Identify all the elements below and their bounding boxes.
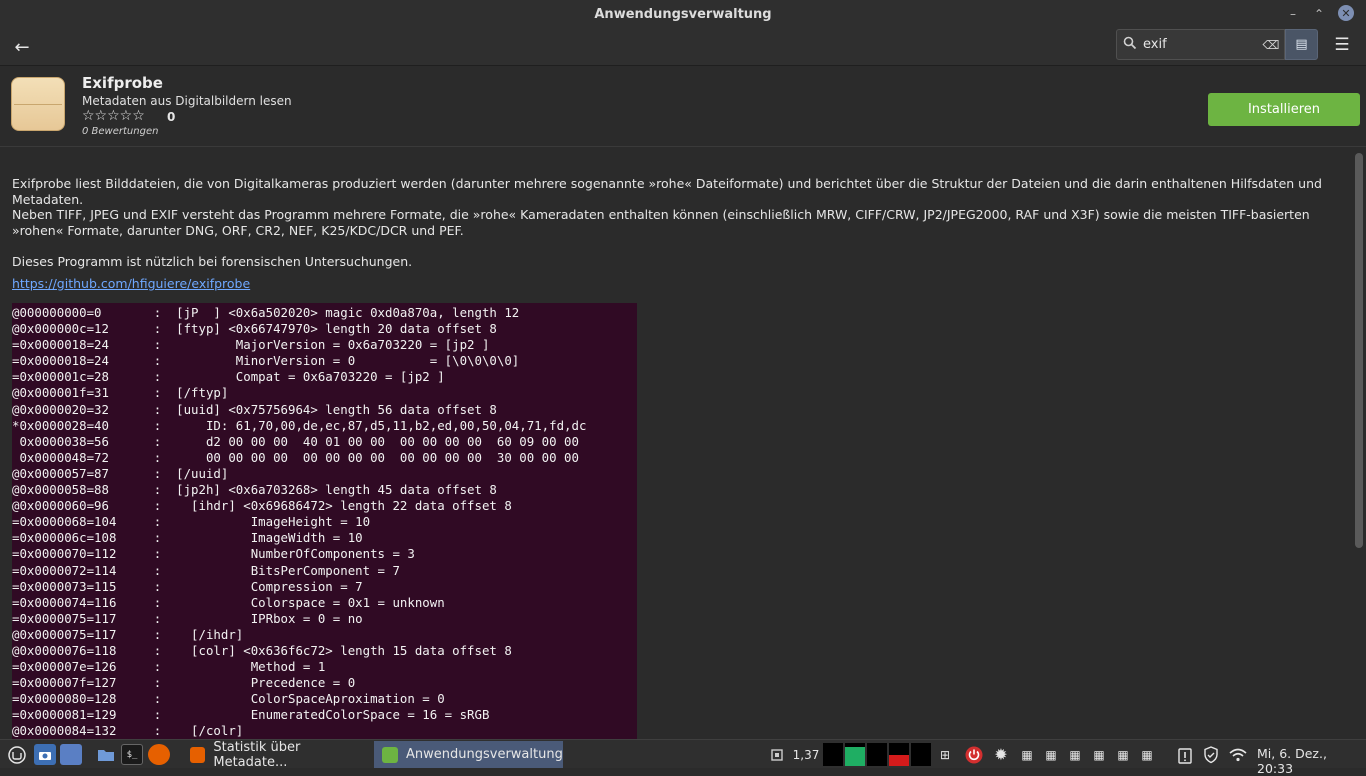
window-titlebar: Anwendungsverwaltung – ⌃ ✕ xyxy=(0,0,1366,28)
maximize-icon[interactable]: ⌃ xyxy=(1309,4,1329,24)
description-paragraph-3: Dieses Programm ist nützlich bei forensi… xyxy=(12,254,413,269)
window-list-icon[interactable]: ▦ xyxy=(1136,744,1158,765)
screenshot-terminal-output: @000000000=0 : [jP ] <0x6a502020> magic … xyxy=(12,305,637,739)
window-list-icon[interactable]: ▦ xyxy=(1088,744,1110,765)
terminal-line: =0x0000073=115 : Compression = 7 xyxy=(12,578,363,594)
terminal-line: @000000000=0 : [jP ] <0x6a502020> magic … xyxy=(12,305,520,320)
terminal-line: @0x0000060=96 : [ihdr] <0x69686472> leng… xyxy=(12,498,512,514)
window-list-icon[interactable]: ▦ xyxy=(1064,744,1086,765)
terminal-line: @0x000001f=31 : [/ftyp] xyxy=(12,385,229,401)
arrow-left-icon: ← xyxy=(14,36,30,58)
cpu-load-value: 1,37 xyxy=(792,747,820,762)
search-field[interactable]: exif ⌫ xyxy=(1116,29,1285,60)
terminal-line: *0x0000028=40 : ID: 61,70,00,de,ec,87,d5… xyxy=(12,417,587,433)
terminal-line: 0x0000048=72 : 00 00 00 00 00 00 00 00 0… xyxy=(19,449,579,465)
close-icon[interactable]: ✕ xyxy=(1338,5,1354,21)
scrollbar[interactable] xyxy=(1355,153,1363,548)
toolbar: ← exif ⌫ ▤ ☰ xyxy=(0,28,1366,66)
terminal-line: 0x0000038=56 : d2 00 00 00 40 01 00 00 0… xyxy=(19,433,579,449)
window-list-icon[interactable]: ▦ xyxy=(1112,744,1134,765)
terminal-line: =0x0000018=24 : MinorVersion = 0 = [\0\0… xyxy=(12,353,520,369)
terminal-line: @0x0000075=117 : [/ihdr] xyxy=(12,626,244,642)
software-manager-task-icon xyxy=(382,746,398,763)
brightness-icon[interactable]: ✹ xyxy=(990,744,1012,765)
terminal-line: =0x0000080=128 : ColorSpaceAproximation … xyxy=(12,691,445,707)
clear-search-icon[interactable]: ⌫ xyxy=(1258,38,1284,52)
swap-graph xyxy=(867,743,887,766)
terminal-icon[interactable]: $_ xyxy=(121,744,143,765)
app-icon xyxy=(11,77,65,131)
taskbar: $_ Statistik über Metadate... Anwendungs… xyxy=(0,739,1366,776)
power-icon[interactable] xyxy=(963,744,985,765)
homepage-link[interactable]: https://github.com/hfiguiere/exifprobe xyxy=(12,276,250,291)
memory-graph xyxy=(845,743,865,766)
task-label: Anwendungsverwaltung xyxy=(406,747,563,762)
terminal-line: =0x0000081=129 : EnumeratedColorSpace = … xyxy=(12,707,490,723)
terminal-line: @0x0000076=118 : [colr] <0x636f6c72> len… xyxy=(12,642,512,658)
main-menu-button[interactable]: ☰ xyxy=(1328,32,1356,58)
update-manager-icon[interactable] xyxy=(1174,744,1196,765)
task-firefox[interactable]: Statistik über Metadate... xyxy=(182,739,372,770)
task-software-manager[interactable]: Anwendungsverwaltung xyxy=(374,741,563,768)
terminal-line: @0x000000c=12 : [ftyp] <0x66747970> leng… xyxy=(12,321,497,337)
terminal-line: =0x0000075=117 : IPRbox = 0 = no xyxy=(12,610,363,626)
install-button[interactable]: Installieren xyxy=(1208,93,1360,126)
app-details: Exifprobe liest Bilddateien, die von Dig… xyxy=(0,148,1366,739)
search-in-description-icon: ▤ xyxy=(1295,37,1308,52)
description-paragraph-1: Exifprobe liest Bilddateien, die von Dig… xyxy=(12,176,1322,207)
files-icon[interactable] xyxy=(95,744,117,765)
window-list-icon[interactable]: ▦ xyxy=(1040,744,1062,765)
clock[interactable]: Mi, 6. Dez., 20:33 xyxy=(1257,746,1366,776)
show-desktop-icon[interactable] xyxy=(60,744,82,765)
terminal-line: =0x0000074=116 : Colorspace = 0x1 = unkn… xyxy=(12,594,445,610)
cpu-graph xyxy=(823,743,843,766)
terminal-line: =0x0000070=112 : NumberOfComponents = 3 xyxy=(12,546,415,562)
app-summary: Metadaten aus Digitalbildern lesen xyxy=(82,94,292,108)
terminal-line: =0x000007f=127 : Precedence = 0 xyxy=(12,675,356,691)
terminal-line: =0x0000072=114 : BitsPerComponent = 7 xyxy=(12,562,400,578)
firefox-task-icon xyxy=(190,746,206,763)
task-label: Statistik über Metadate... xyxy=(213,739,301,770)
minimize-icon[interactable]: – xyxy=(1283,4,1303,24)
search-mode-button[interactable]: ▤ xyxy=(1285,29,1318,60)
window-title: Anwendungsverwaltung xyxy=(594,6,772,22)
app-name: Exifprobe xyxy=(82,74,163,92)
search-input[interactable]: exif xyxy=(1143,37,1258,52)
rating-stars: ☆☆☆☆☆ xyxy=(82,108,145,124)
mint-menu-icon[interactable] xyxy=(6,744,28,765)
description-paragraph-2: Neben TIFF, JPEG und EXIF versteht das P… xyxy=(12,207,1310,238)
back-button[interactable]: ← xyxy=(8,33,36,61)
firefox-icon[interactable] xyxy=(148,744,170,765)
workspace-switcher-icon[interactable]: ⊞ xyxy=(934,744,956,765)
cpu-icon[interactable] xyxy=(766,744,788,765)
shield-icon[interactable] xyxy=(1200,744,1222,765)
review-count: 0 Bewertungen xyxy=(82,126,159,137)
window-list-icon[interactable]: ▦ xyxy=(1016,744,1038,765)
terminal-line: =0x000001c=28 : Compat = 0x6a703220 = [j… xyxy=(12,369,445,385)
terminal-line: @0x0000084=132 : [/colr] xyxy=(12,723,244,739)
camera-icon[interactable] xyxy=(34,744,56,765)
wifi-icon[interactable] xyxy=(1227,744,1249,765)
network-graph xyxy=(889,743,909,766)
terminal-line: =0x000006c=108 : ImageWidth = 10 xyxy=(12,530,363,546)
terminal-line: @0x0000020=32 : [uuid] <0x75756964> leng… xyxy=(12,401,497,417)
terminal-line: @0x0000058=88 : [jp2h] <0x6a703268> leng… xyxy=(12,482,497,498)
disk-graph xyxy=(911,743,931,766)
rating-value: 0 xyxy=(167,110,176,124)
app-screenshot[interactable]: @000000000=0 : [jP ] <0x6a502020> magic … xyxy=(12,303,637,739)
app-header: Exifprobe Metadaten aus Digitalbildern l… xyxy=(0,67,1366,147)
terminal-line: =0x000007e=126 : Method = 1 xyxy=(12,659,326,675)
terminal-line: =0x0000018=24 : MajorVersion = 0x6a70322… xyxy=(12,337,490,353)
terminal-line: =0x0000068=104 : ImageHeight = 10 xyxy=(12,514,371,530)
terminal-line: @0x0000057=87 : [/uuid] xyxy=(12,465,229,481)
search-icon xyxy=(1117,36,1143,54)
hamburger-menu-icon: ☰ xyxy=(1334,35,1350,55)
